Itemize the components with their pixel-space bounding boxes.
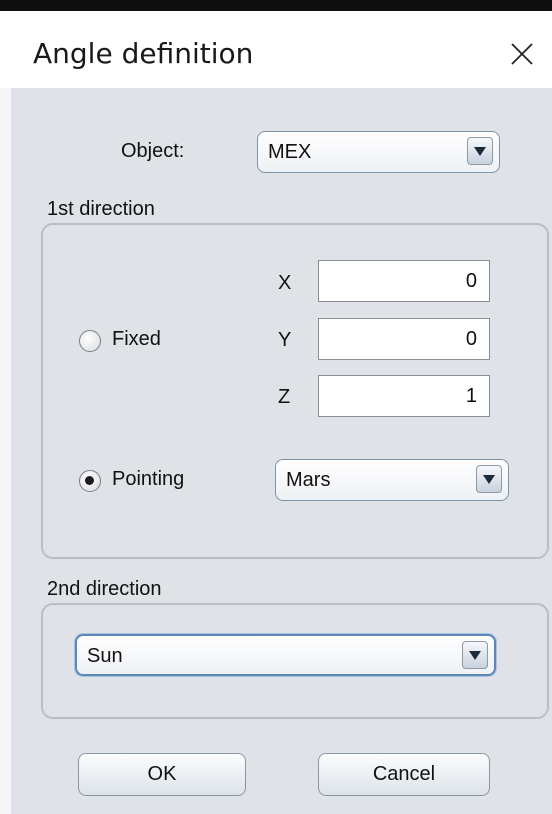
close-button[interactable] bbox=[492, 24, 552, 84]
window-top-border bbox=[0, 0, 552, 11]
x-field[interactable]: 0 bbox=[318, 260, 490, 302]
object-select[interactable]: MEX bbox=[257, 131, 500, 173]
x-label: X bbox=[278, 272, 292, 294]
fixed-radio[interactable] bbox=[79, 330, 101, 352]
x-value: 0 bbox=[465, 270, 477, 292]
pointing-label[interactable]: Pointing bbox=[112, 468, 184, 491]
first-direction-label: 1st direction bbox=[47, 198, 155, 220]
pointing-select-value: Mars bbox=[286, 469, 331, 491]
ok-button[interactable]: OK bbox=[78, 753, 246, 796]
z-field[interactable]: 1 bbox=[318, 375, 490, 417]
object-select-value: MEX bbox=[268, 141, 312, 163]
pointing-radio[interactable] bbox=[79, 470, 101, 492]
window-left-edge bbox=[0, 88, 11, 814]
angle-definition-dialog: Angle definition Object: MEX 1st directi… bbox=[0, 0, 552, 814]
close-icon bbox=[511, 43, 533, 65]
z-value: 1 bbox=[465, 385, 477, 407]
z-label: Z bbox=[278, 386, 291, 408]
chevron-down-icon bbox=[483, 474, 495, 484]
second-direction-select-value: Sun bbox=[87, 645, 123, 667]
dialog-content: Object: MEX 1st direction X 0 Fixed Y 0 … bbox=[11, 88, 552, 814]
second-direction-label: 2nd direction bbox=[47, 578, 162, 600]
y-field[interactable]: 0 bbox=[318, 318, 490, 360]
chevron-down-icon bbox=[474, 146, 486, 156]
title-bar: Angle definition bbox=[0, 11, 552, 88]
object-select-arrow[interactable] bbox=[467, 137, 493, 165]
second-direction-select-arrow[interactable] bbox=[462, 641, 488, 669]
chevron-down-icon bbox=[469, 650, 481, 660]
y-value: 0 bbox=[465, 328, 477, 350]
fixed-label[interactable]: Fixed bbox=[112, 328, 161, 351]
pointing-select[interactable]: Mars bbox=[275, 459, 509, 501]
y-label: Y bbox=[278, 329, 292, 351]
cancel-button[interactable]: Cancel bbox=[318, 753, 490, 796]
object-label: Object: bbox=[121, 140, 185, 162]
second-direction-select[interactable]: Sun bbox=[75, 634, 496, 676]
pointing-radio-dot bbox=[85, 476, 94, 485]
dialog-title: Angle definition bbox=[33, 37, 254, 70]
pointing-select-arrow[interactable] bbox=[476, 465, 502, 493]
